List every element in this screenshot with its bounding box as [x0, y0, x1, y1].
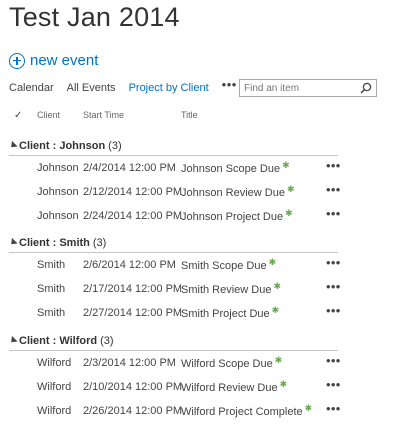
- table-row[interactable]: Johnson 2/12/2014 12:00 PM Johnson Revie…: [0, 180, 400, 204]
- event-title-link[interactable]: Johnson Scope Due: [181, 163, 280, 175]
- event-title-link[interactable]: Johnson Project Due: [181, 211, 283, 223]
- table-row[interactable]: Smith 2/17/2014 12:00 PM Smith Review Du…: [0, 277, 400, 301]
- cell-start-time: 2/12/2014 12:00 PM: [83, 186, 183, 198]
- table-row[interactable]: Wilford 2/26/2014 12:00 PM Wilford Proje…: [0, 399, 400, 423]
- cell-client: Smith: [37, 283, 66, 295]
- cell-title: Johnson Review Due: [181, 185, 295, 200]
- new-event-button[interactable]: new event: [9, 52, 98, 69]
- group-count: (3): [100, 335, 114, 347]
- view-calendar[interactable]: Calendar: [9, 82, 54, 94]
- cell-title: Smith Review Due: [181, 282, 281, 297]
- new-item-icon: [280, 380, 288, 392]
- group-count: (3): [108, 140, 122, 152]
- group-header[interactable]: Client : Wilford (3): [0, 333, 400, 349]
- table-row[interactable]: Smith 2/6/2014 12:00 PM Smith Scope Due …: [0, 253, 400, 277]
- cell-title: Smith Scope Due: [181, 258, 277, 273]
- event-title-link[interactable]: Wilford Review Due: [181, 382, 278, 394]
- collapse-triangle-icon: [8, 140, 18, 150]
- view-all-events[interactable]: All Events: [67, 82, 116, 94]
- column-header-title[interactable]: Title: [181, 110, 198, 120]
- event-title-link[interactable]: Smith Project Due: [181, 308, 270, 320]
- row-menu-button[interactable]: •••: [326, 206, 341, 221]
- new-item-icon: [287, 185, 295, 197]
- cell-client: Johnson: [37, 162, 79, 174]
- event-title-link[interactable]: Smith Scope Due: [181, 260, 267, 272]
- cell-title: Wilford Project Complete: [181, 404, 313, 419]
- row-menu-button[interactable]: •••: [326, 279, 341, 294]
- cell-client: Wilford: [37, 381, 72, 393]
- new-event-label: new event: [30, 52, 99, 69]
- new-item-icon: [269, 258, 277, 270]
- event-title-link[interactable]: Wilford Scope Due: [181, 358, 273, 370]
- row-menu-button[interactable]: •••: [326, 303, 341, 318]
- group-header[interactable]: Client : Smith (3): [0, 235, 400, 251]
- more-views-button[interactable]: •••: [222, 78, 237, 91]
- cell-client: Johnson: [37, 210, 79, 222]
- collapse-triangle-icon: [8, 335, 18, 345]
- plus-circle-icon: [9, 52, 25, 69]
- cell-client: Johnson: [37, 186, 79, 198]
- event-title-link[interactable]: Wilford Project Complete: [181, 406, 303, 418]
- cell-title: Johnson Scope Due: [181, 161, 290, 176]
- cell-start-time: 2/26/2014 12:00 PM: [83, 405, 183, 417]
- search-input[interactable]: [240, 82, 358, 94]
- group-label: Client : Johnson: [19, 140, 106, 152]
- cell-start-time: 2/24/2014 12:00 PM: [83, 210, 183, 222]
- cell-title: Wilford Scope Due: [181, 356, 283, 371]
- cell-start-time: 2/3/2014 12:00 PM: [83, 357, 176, 369]
- group-header[interactable]: Client : Johnson (3): [0, 138, 400, 154]
- cell-title: Smith Project Due: [181, 306, 280, 321]
- magnifier-icon[interactable]: [360, 82, 372, 94]
- page-title: Test Jan 2014: [9, 2, 180, 32]
- row-menu-button[interactable]: •••: [326, 377, 341, 392]
- new-item-icon: [305, 404, 313, 416]
- cell-start-time: 2/10/2014 12:00 PM: [83, 381, 183, 393]
- cell-start-time: 2/17/2014 12:00 PM: [83, 283, 183, 295]
- row-menu-button[interactable]: •••: [326, 401, 341, 416]
- select-all-checkmark[interactable]: ✓: [14, 110, 22, 121]
- cell-client: Smith: [37, 259, 66, 271]
- cell-client: Wilford: [37, 357, 72, 369]
- table-row[interactable]: Wilford 2/3/2014 12:00 PM Wilford Scope …: [0, 351, 400, 375]
- row-menu-button[interactable]: •••: [326, 255, 341, 270]
- group-smith: Client : Smith (3) Smith 2/6/2014 12:00 …: [0, 235, 400, 325]
- cell-start-time: 2/4/2014 12:00 PM: [83, 162, 176, 174]
- cell-title: Wilford Review Due: [181, 380, 288, 395]
- table-row[interactable]: Wilford 2/10/2014 12:00 PM Wilford Revie…: [0, 375, 400, 399]
- group-wilford: Client : Wilford (3) Wilford 2/3/2014 12…: [0, 333, 400, 423]
- cell-start-time: 2/27/2014 12:00 PM: [83, 307, 183, 319]
- cell-title: Johnson Project Due: [181, 209, 293, 224]
- table-row[interactable]: Smith 2/27/2014 12:00 PM Smith Project D…: [0, 301, 400, 325]
- event-title-link[interactable]: Smith Review Due: [181, 284, 271, 296]
- column-header-start-time[interactable]: Start Time: [83, 110, 124, 120]
- group-johnson: Client : Johnson (3) Johnson 2/4/2014 12…: [0, 138, 400, 228]
- row-menu-button[interactable]: •••: [326, 353, 341, 368]
- table-row[interactable]: Johnson 2/24/2014 12:00 PM Johnson Proje…: [0, 204, 400, 228]
- group-label: Client : Smith: [19, 237, 90, 249]
- group-count: (3): [92, 237, 107, 249]
- new-item-icon: [282, 161, 290, 173]
- cell-client: Wilford: [37, 405, 72, 417]
- collapse-triangle-icon: [8, 237, 18, 247]
- view-project-by-client[interactable]: Project by Client: [129, 82, 209, 94]
- column-header-client[interactable]: Client: [37, 110, 60, 120]
- event-title-link[interactable]: Johnson Review Due: [181, 187, 285, 199]
- new-item-icon: [275, 356, 283, 368]
- cell-client: Smith: [37, 307, 66, 319]
- view-switcher: Calendar All Events Project by Client ••…: [9, 78, 237, 94]
- search-box: [239, 79, 377, 97]
- new-item-icon: [273, 282, 281, 294]
- row-menu-button[interactable]: •••: [326, 158, 341, 173]
- table-row[interactable]: Johnson 2/4/2014 12:00 PM Johnson Scope …: [0, 156, 400, 180]
- cell-start-time: 2/6/2014 12:00 PM: [83, 259, 176, 271]
- column-header-row: ✓ Client Start Time Title: [0, 110, 400, 124]
- new-item-icon: [272, 306, 280, 318]
- new-item-icon: [285, 209, 293, 221]
- row-menu-button[interactable]: •••: [326, 182, 341, 197]
- group-label: Client : Wilford: [19, 335, 98, 347]
